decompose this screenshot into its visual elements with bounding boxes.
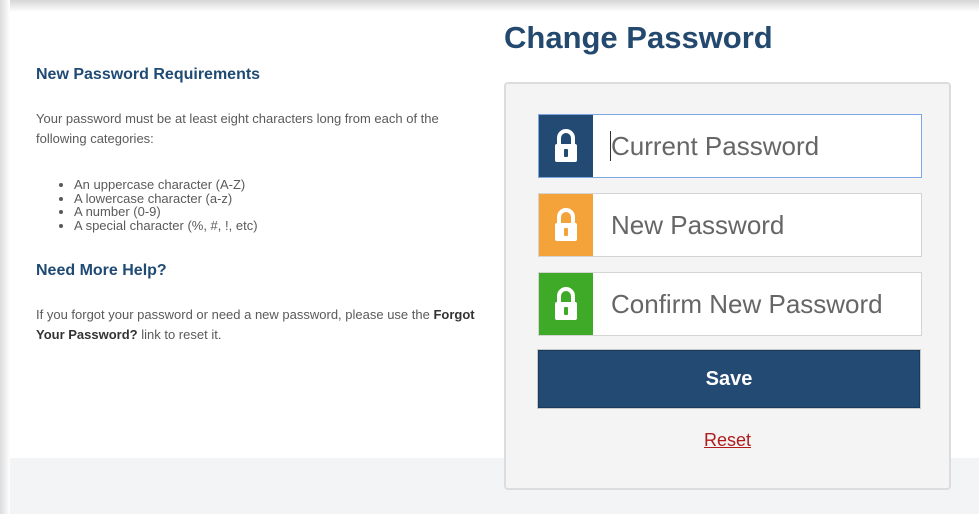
current-password-input[interactable] xyxy=(595,115,915,177)
lock-icon xyxy=(539,194,593,256)
list-item: A number (0-9) xyxy=(74,205,258,219)
confirm-password-field xyxy=(538,272,922,336)
requirements-heading: New Password Requirements xyxy=(36,66,261,83)
help-text-before: If you forgot your password or need a ne… xyxy=(36,307,434,322)
current-password-field xyxy=(538,114,922,178)
change-password-panel: Save Reset xyxy=(504,82,951,490)
top-shadow xyxy=(0,0,979,12)
confirm-password-input[interactable] xyxy=(595,273,915,335)
reset-link[interactable]: Reset xyxy=(704,430,751,450)
help-heading: Need More Help? xyxy=(36,262,167,279)
list-item: An uppercase character (A-Z) xyxy=(74,178,258,192)
help-text-after: link to reset it. xyxy=(137,327,222,342)
help-text: If you forgot your password or need a ne… xyxy=(36,305,481,345)
save-button[interactable]: Save xyxy=(538,350,920,408)
lock-icon xyxy=(539,273,593,335)
lock-icon xyxy=(539,115,593,177)
requirements-list: An uppercase character (A-Z) A lowercase… xyxy=(36,178,258,232)
new-password-input[interactable] xyxy=(595,194,915,256)
text-caret xyxy=(610,131,611,161)
new-password-field xyxy=(538,193,922,257)
reset-link-wrapper: Reset xyxy=(506,430,949,451)
list-item: A lowercase character (a-z) xyxy=(74,191,258,206)
page-title: Change Password xyxy=(504,20,773,55)
requirements-text: Your password must be at least eight cha… xyxy=(36,111,439,146)
list-item: A special character (%, #, !, etc) xyxy=(74,218,258,233)
left-shadow xyxy=(0,0,10,514)
